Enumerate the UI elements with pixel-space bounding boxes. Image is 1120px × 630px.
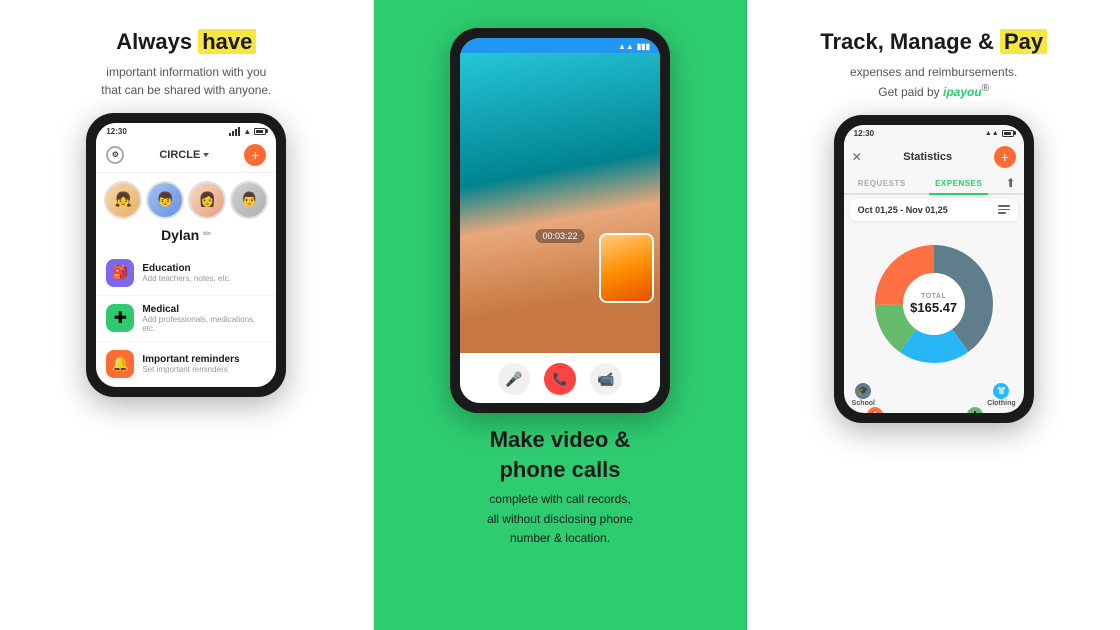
education-menu-item[interactable]: 🎒 Education Add teachers, notes, etc. (96, 251, 276, 296)
chart-area: TOTAL $165.47 (844, 225, 1024, 383)
right-phone-frame: 12:30 ▲▲ ✕ Statistics + REQUESTS EXPENSE… (834, 115, 1034, 423)
right-heading: Track, Manage & Pay (820, 28, 1047, 57)
medical-sub: Add professionals, medications, etc. (142, 315, 266, 333)
left-heading-plain: Always (116, 29, 198, 54)
fieldtrips-dot: 🏠 (867, 407, 883, 413)
avatar-1[interactable]: 👧 (104, 181, 142, 219)
school-label: School (852, 400, 875, 407)
left-heading-highlight: have (198, 29, 256, 54)
tab-expenses[interactable]: EXPENSES (929, 174, 988, 193)
school-dot: 🎓 (855, 383, 871, 399)
date-range: Oct 01,25 - Nov 01,25 (858, 205, 948, 215)
label-clothing: 👕 Clothing (987, 383, 1015, 407)
middle-heading-plain: phone (499, 457, 571, 482)
avatar-3[interactable]: 👩 (188, 181, 226, 219)
edit-icon[interactable]: ✏ (203, 229, 211, 240)
user-name-row: Dylan ✏ (96, 223, 276, 251)
left-subtext: important information with youthat can b… (101, 63, 271, 99)
education-text: Education Add teachers, notes, etc. (142, 263, 231, 283)
education-title: Education (142, 263, 231, 274)
chevron-down-icon (203, 153, 209, 157)
clothing-dot: 👕 (993, 383, 1009, 399)
chart-labels-row: 🎓 School 👕 Clothing ✚ Medical 🏠 Field Tr… (850, 383, 1018, 413)
medical-text: Medical Add professionals, medications, … (142, 304, 266, 333)
status-bar-left: 12:30 ▲ (96, 123, 276, 138)
total-label: TOTAL (921, 293, 946, 300)
filter-icon[interactable] (998, 205, 1010, 214)
time-left: 12:30 (106, 127, 126, 136)
label-medical: ✚ Medical (962, 407, 988, 413)
avatars-row: 👧 👦 👩 👨 (96, 173, 276, 223)
clothing-label: Clothing (987, 400, 1015, 407)
middle-heading: Make video & phone calls (490, 425, 631, 484)
end-call-button[interactable]: 📞 (544, 363, 576, 395)
status-icons: ▲ (229, 127, 266, 136)
education-icon: 🎒 (106, 259, 134, 287)
left-heading: Always have (116, 28, 256, 57)
settings-icon[interactable]: ⚙ (106, 146, 124, 164)
pip-video-bg (601, 235, 652, 301)
medical-title: Medical (142, 304, 266, 315)
reminders-menu-item[interactable]: 🔔 Important reminders Set important remi… (96, 342, 276, 387)
reminders-text: Important reminders Set important remind… (142, 354, 239, 374)
right-subtext: expenses and reimbursements. Get paid by… (850, 63, 1017, 101)
video-call-bg: 00:03:22 (460, 53, 660, 353)
signal-icon (229, 127, 240, 136)
add-button[interactable]: + (244, 144, 266, 166)
reminders-icon: 🔔 (106, 350, 134, 378)
date-range-row: Oct 01,25 - Nov 01,25 (850, 199, 1018, 221)
circle-label: CIRCLE (159, 149, 209, 161)
time-right: 12:30 (854, 129, 874, 138)
battery-icon (254, 128, 266, 135)
total-amount: $165.47 (910, 300, 957, 315)
left-phone-screen: 12:30 ▲ ⚙ (96, 123, 276, 387)
medical-menu-item[interactable]: ✚ Medical Add professionals, medications… (96, 296, 276, 342)
middle-subtext: complete with call records,all without d… (487, 490, 633, 548)
middle-heading-highlight: calls (572, 457, 621, 482)
right-heading-plain: Track, Manage & (820, 29, 1000, 54)
status-bar-right: 12:30 ▲▲ (844, 125, 1024, 140)
stats-header: ✕ Statistics + (844, 140, 1024, 174)
pip-video (599, 233, 654, 303)
video-toggle-button[interactable]: 📹 (590, 363, 622, 395)
middle-phone-screen: ▲▲ ▮▮▮ 00:03:22 🎤 (460, 38, 660, 403)
pip-person (601, 235, 652, 301)
brand-name: ipayou (943, 85, 982, 99)
label-fieldtrips: 🏠 Field Trips (858, 407, 893, 413)
reminders-sub: Set important reminders (142, 365, 239, 374)
app-header: ⚙ CIRCLE + (96, 138, 276, 173)
right-heading-highlight: Pay (1000, 29, 1047, 54)
tab-requests[interactable]: REQUESTS (852, 174, 912, 193)
share-icon[interactable]: ⬆ (1006, 176, 1016, 190)
education-sub: Add teachers, notes, etc. (142, 274, 231, 283)
status-icons-right: ▲▲ (985, 130, 1014, 137)
label-school: 🎓 School (852, 383, 875, 407)
user-name: Dylan (161, 227, 199, 243)
medical-icon: ✚ (106, 304, 134, 332)
medical-dot: ✚ (967, 407, 983, 413)
right-phone-screen: 12:30 ▲▲ ✕ Statistics + REQUESTS EXPENSE… (844, 125, 1024, 413)
avatar-2[interactable]: 👦 (146, 181, 184, 219)
left-phone-frame: 12:30 ▲ ⚙ (86, 113, 286, 397)
mute-button[interactable]: 🎤 (498, 363, 530, 395)
right-panel: Track, Manage & Pay expenses and reimbur… (747, 0, 1120, 630)
middle-panel: ▲▲ ▮▮▮ 00:03:22 🎤 (374, 0, 748, 630)
avatar-4[interactable]: 👨 (230, 181, 268, 219)
call-timer: 00:03:22 (535, 229, 584, 243)
reminders-title: Important reminders (142, 354, 239, 365)
chart-center: TOTAL $165.47 (910, 293, 957, 315)
status-bar-mid: ▲▲ ▮▮▮ (460, 38, 660, 53)
caller-face-gradient (460, 53, 660, 353)
call-controls: 🎤 📞 📹 (460, 353, 660, 403)
middle-phone-frame: ▲▲ ▮▮▮ 00:03:22 🎤 (450, 28, 670, 413)
status-icons-mid: ▲▲ ▮▮▮ (618, 42, 650, 51)
add-stats-button[interactable]: + (994, 146, 1016, 168)
left-panel: Always have important information with y… (0, 0, 374, 630)
wifi-icon: ▲ (243, 127, 251, 136)
tabs-row: REQUESTS EXPENSES ⬆ (844, 174, 1024, 195)
close-icon[interactable]: ✕ (852, 150, 862, 164)
stats-title: Statistics (903, 151, 952, 163)
battery-right (1002, 130, 1014, 137)
